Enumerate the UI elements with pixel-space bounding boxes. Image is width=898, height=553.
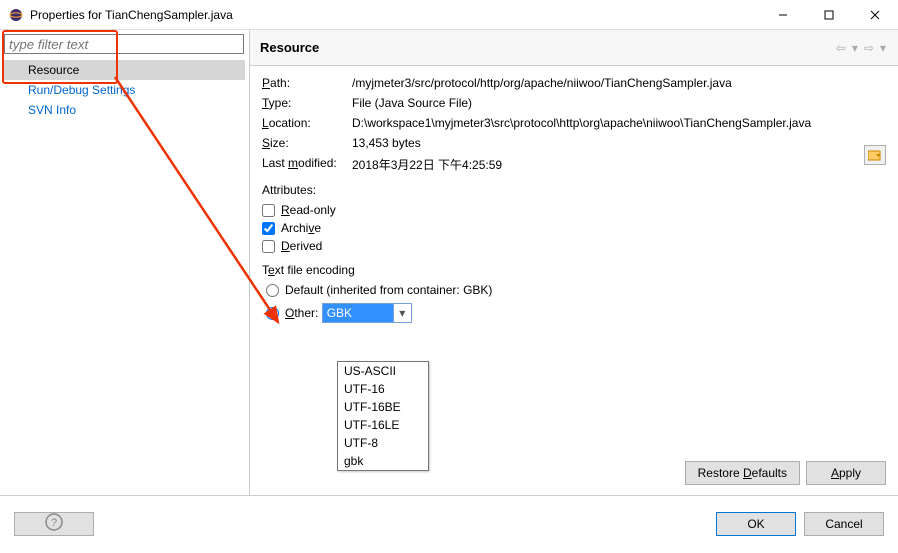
type-value: File (Java Source File): [352, 96, 886, 110]
encoding-other-label: Other:: [285, 306, 322, 320]
location-label: Location:: [262, 116, 352, 130]
encoding-option[interactable]: UTF-8: [338, 434, 428, 452]
modified-value: 2018年3月22日 下午4:25:59: [352, 156, 886, 173]
encoding-dropdown: US-ASCII UTF-16 UTF-16BE UTF-16LE UTF-8 …: [337, 361, 429, 471]
readonly-checkbox[interactable]: [262, 204, 275, 217]
chevron-down-icon[interactable]: ▾: [393, 304, 411, 322]
content-header: Resource ⇦ ▾ ⇨ ▾: [250, 30, 898, 66]
properties: Path: /myjmeter3/src/protocol/http/org/a…: [250, 66, 898, 323]
readonly-label: Read-only: [281, 203, 336, 217]
back-icon[interactable]: ⇦: [834, 41, 848, 55]
encoding-combo[interactable]: GBK ▾: [322, 303, 412, 323]
footer: ? OK Cancel: [0, 495, 898, 551]
sidebar: Resource Run/Debug Settings SVN Info: [0, 30, 250, 495]
page-title: Resource: [260, 40, 834, 55]
tree-item-svn-info[interactable]: SVN Info: [4, 100, 245, 120]
modified-label: Last modified:: [262, 156, 352, 170]
size-value: 13,453 bytes: [352, 136, 886, 150]
show-in-explorer-button[interactable]: [864, 145, 886, 165]
forward-icon[interactable]: ⇨: [862, 41, 876, 55]
back-dropdown-icon[interactable]: ▾: [850, 41, 860, 55]
eclipse-icon: [8, 7, 24, 23]
path-label: Path:: [262, 76, 352, 90]
restore-defaults-button[interactable]: Restore Defaults: [685, 461, 800, 485]
titlebar: Properties for TianChengSampler.java: [0, 0, 898, 30]
size-label: Size:: [262, 136, 352, 150]
forward-dropdown-icon[interactable]: ▾: [878, 41, 888, 55]
type-label: Type:: [262, 96, 352, 110]
encoding-default-radio[interactable]: [266, 284, 279, 297]
encoding-selected: GBK: [323, 304, 393, 322]
ok-button[interactable]: OK: [716, 512, 796, 536]
close-button[interactable]: [852, 0, 898, 30]
encoding-option[interactable]: gbk: [338, 452, 428, 470]
archive-label: Archive: [281, 221, 321, 235]
encoding-option[interactable]: UTF-16BE: [338, 398, 428, 416]
filter-input[interactable]: [4, 34, 244, 54]
path-value: /myjmeter3/src/protocol/http/org/apache/…: [352, 76, 886, 90]
maximize-button[interactable]: [806, 0, 852, 30]
nav-arrows: ⇦ ▾ ⇨ ▾: [834, 41, 888, 55]
svg-text:?: ?: [51, 517, 57, 529]
derived-checkbox[interactable]: [262, 240, 275, 253]
encoding-other-radio[interactable]: [266, 307, 279, 320]
derived-label: Derived: [281, 239, 322, 253]
encoding-option[interactable]: UTF-16: [338, 380, 428, 398]
tree-item-resource[interactable]: Resource: [4, 60, 245, 80]
archive-checkbox[interactable]: [262, 222, 275, 235]
encoding-group: Text file encoding Default (inherited fr…: [262, 263, 886, 323]
cancel-button[interactable]: Cancel: [804, 512, 884, 536]
minimize-button[interactable]: [760, 0, 806, 30]
tree-item-run-debug[interactable]: Run/Debug Settings: [4, 80, 245, 100]
attributes-label: Attributes:: [262, 183, 886, 197]
location-value: D:\workspace1\myjmeter3\src\protocol\htt…: [352, 116, 886, 130]
encoding-option[interactable]: UTF-16LE: [338, 416, 428, 434]
encoding-default-label: Default (inherited from container: GBK): [285, 283, 492, 297]
apply-button[interactable]: Apply: [806, 461, 886, 485]
window-title: Properties for TianChengSampler.java: [30, 8, 760, 22]
help-button[interactable]: ?: [14, 512, 94, 536]
encoding-label: Text file encoding: [262, 263, 886, 277]
tree: Resource Run/Debug Settings SVN Info: [4, 60, 245, 120]
encoding-option[interactable]: US-ASCII: [338, 362, 428, 380]
